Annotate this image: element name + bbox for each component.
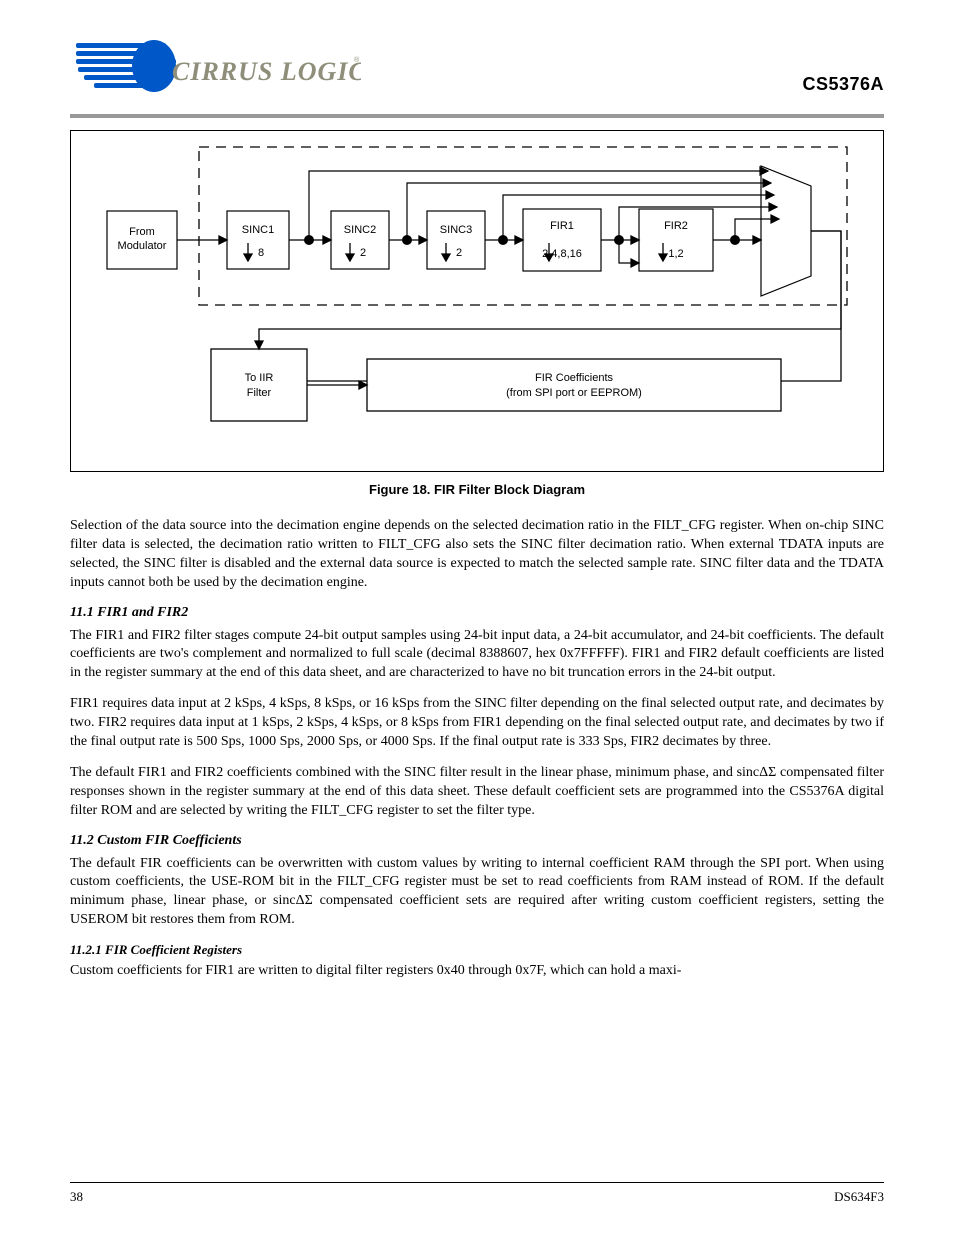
svg-text:2: 2	[360, 247, 366, 259]
doc-id: DS634F3	[834, 1189, 884, 1205]
svg-text:SINC3: SINC3	[440, 224, 472, 236]
svg-text:SINC2: SINC2	[344, 224, 376, 236]
page-number: 38	[70, 1189, 83, 1205]
svg-text:FIR Coefficients: FIR Coefficients	[535, 372, 614, 384]
figure-18: From Modulator SINC1 8 SINC2 2 SINC3 2 FIR1…	[70, 130, 884, 472]
svg-text:FIR2: FIR2	[664, 220, 688, 232]
body-text: Selection of the data source into the de…	[70, 517, 884, 981]
heading-custom1: 11.2.1 FIR Coefficient Registers	[70, 942, 884, 958]
svg-text:1,2: 1,2	[668, 248, 683, 260]
svg-text:(from SPI port or EEPROM): (from SPI port or EEPROM)	[506, 387, 642, 399]
part-number: CS5376A	[802, 74, 884, 95]
svg-text:Modulator: Modulator	[118, 240, 167, 252]
page-footer: 38 DS634F3	[70, 1182, 884, 1205]
para-4: The default FIR1 and FIR2 coefficients c…	[70, 764, 884, 821]
svg-text:8: 8	[258, 247, 264, 259]
svg-text:2: 2	[456, 247, 462, 259]
para-6: Custom coefficients for FIR1 are written…	[70, 962, 884, 981]
para-1: Selection of the data source into the de…	[70, 517, 884, 593]
svg-text:CIRRUS LOGIC: CIRRUS LOGIC	[172, 57, 361, 86]
heading-fir12: 11.1 FIR1 and FIR2	[70, 605, 884, 621]
para-2: The FIR1 and FIR2 filter stages compute …	[70, 627, 884, 684]
svg-text:®: ®	[354, 56, 360, 64]
svg-text:FIR1: FIR1	[550, 220, 574, 232]
para-3: FIR1 requires data input at 2 kSps, 4 kS…	[70, 695, 884, 752]
header-rule	[70, 114, 884, 118]
figure-caption: Figure 18. FIR Filter Block Diagram	[70, 482, 884, 497]
svg-text:SINC1: SINC1	[242, 224, 274, 236]
svg-text:Filter: Filter	[247, 387, 272, 399]
fig-block-mod: From	[129, 226, 155, 238]
heading-custom: 11.2 Custom FIR Coefficients	[70, 833, 884, 849]
cirrus-logic-logo: CIRRUS LOGIC ®	[76, 38, 361, 100]
svg-text:To IIR: To IIR	[245, 372, 274, 384]
para-5: The default FIR coefficients can be over…	[70, 855, 884, 931]
